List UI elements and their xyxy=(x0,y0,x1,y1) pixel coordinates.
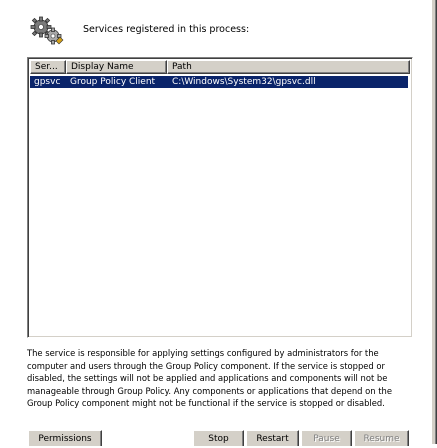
list-header: Ser... Display Name Path xyxy=(30,60,410,74)
column-header-service[interactable]: Ser... xyxy=(30,60,66,74)
gears-icon xyxy=(30,16,64,45)
service-description: The service is responsible for applying … xyxy=(27,348,392,409)
window-border xyxy=(431,0,437,444)
column-header-display-name[interactable]: Display Name xyxy=(66,60,167,74)
services-listview[interactable]: Ser... Display Name Path gpsvc Group Pol… xyxy=(27,57,413,338)
column-header-path[interactable]: Path xyxy=(167,60,410,74)
list-item[interactable]: gpsvc Group Policy Client C:\Windows\Sys… xyxy=(30,76,408,88)
display-name-cell: Group Policy Client xyxy=(70,77,156,87)
services-label: Services registered in this process: xyxy=(83,24,250,35)
service-name-cell: gpsvc xyxy=(34,77,61,87)
path-cell: C:\Windows\System32\gpsvc.dll xyxy=(172,77,316,87)
